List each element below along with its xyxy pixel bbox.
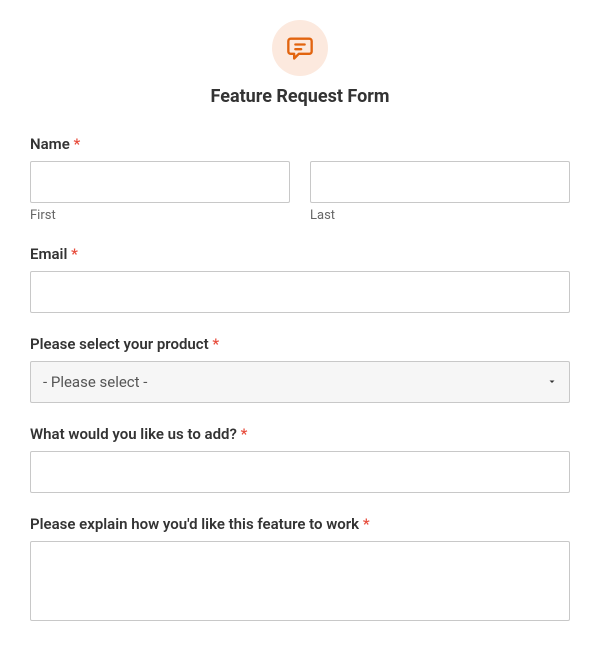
feature-add-field-group: What would you like us to add? * [30,425,570,493]
form-title: Feature Request Form [30,86,570,107]
email-field-group: Email * [30,245,570,313]
first-name-col: First [30,161,290,223]
email-input[interactable] [30,271,570,313]
feature-explain-textarea[interactable] [30,541,570,621]
feature-add-label-text: What would you like us to add? [30,425,237,443]
required-asterisk: * [212,335,219,353]
name-label-text: Name [30,135,70,153]
required-asterisk: * [363,515,370,533]
last-name-input[interactable] [310,161,570,203]
required-asterisk: * [74,135,81,153]
speech-bubble-icon [272,20,328,76]
product-label-text: Please select your product [30,335,209,353]
email-label: Email * [30,245,570,263]
name-field-group: Name * First Last [30,135,570,223]
feature-explain-field-group: Please explain how you'd like this featu… [30,515,570,625]
name-row: First Last [30,161,570,223]
last-name-col: Last [310,161,570,223]
feature-explain-label: Please explain how you'd like this featu… [30,515,570,533]
last-name-sublabel: Last [310,208,570,223]
product-select[interactable]: - Please select - [30,361,570,403]
form-container: Feature Request Form Name * First Last E… [0,0,600,667]
email-label-text: Email [30,245,67,263]
product-label: Please select your product * [30,335,570,353]
feature-explain-label-text: Please explain how you'd like this featu… [30,515,359,533]
name-label: Name * [30,135,570,153]
product-field-group: Please select your product * - Please se… [30,335,570,403]
feature-add-label: What would you like us to add? * [30,425,570,443]
product-select-value: - Please select - [43,373,147,391]
required-asterisk: * [71,245,78,263]
icon-wrap [30,20,570,76]
feature-add-input[interactable] [30,451,570,493]
required-asterisk: * [241,425,248,443]
product-select-wrap: - Please select - [30,361,570,403]
first-name-input[interactable] [30,161,290,203]
first-name-sublabel: First [30,208,290,223]
